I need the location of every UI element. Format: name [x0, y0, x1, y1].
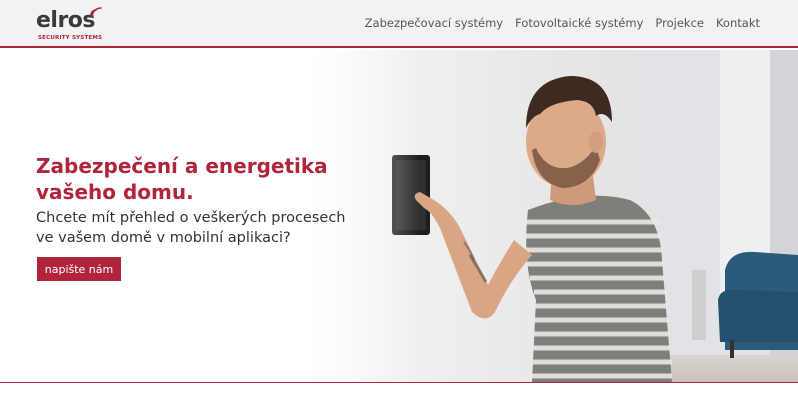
hero-photo: [300, 50, 798, 382]
contact-us-button[interactable]: napište nám: [37, 257, 121, 281]
nav-link-fotovoltaicke[interactable]: Fotovoltaické systémy: [515, 16, 643, 30]
divider: [0, 382, 798, 383]
nav-link-zabezpecovaci[interactable]: Zabezpečovací systémy: [365, 16, 503, 30]
hero-headline: Zabezpečení a energetika vašeho domu.: [36, 154, 328, 204]
signal-waves-icon: [90, 7, 102, 18]
hero-subtext: Chcete mít přehled o veškerých procesech…: [36, 210, 346, 246]
nav-link-projekce[interactable]: Projekce: [655, 16, 704, 30]
nav-link-kontakt[interactable]: Kontakt: [716, 16, 760, 30]
hero-section: Zabezpečení a energetika vašeho domu. Ch…: [0, 50, 798, 382]
main-nav: Zabezpečovací systémy Fotovoltaické syst…: [365, 16, 760, 30]
logo-subtitle: SECURITY SYSTEMS: [38, 35, 103, 41]
site-header: elros SECURITY SYSTEMS Zabezpečovací sys…: [0, 0, 798, 48]
logo[interactable]: elros SECURITY SYSTEMS: [36, 6, 106, 44]
logo-text: elros: [36, 8, 96, 33]
